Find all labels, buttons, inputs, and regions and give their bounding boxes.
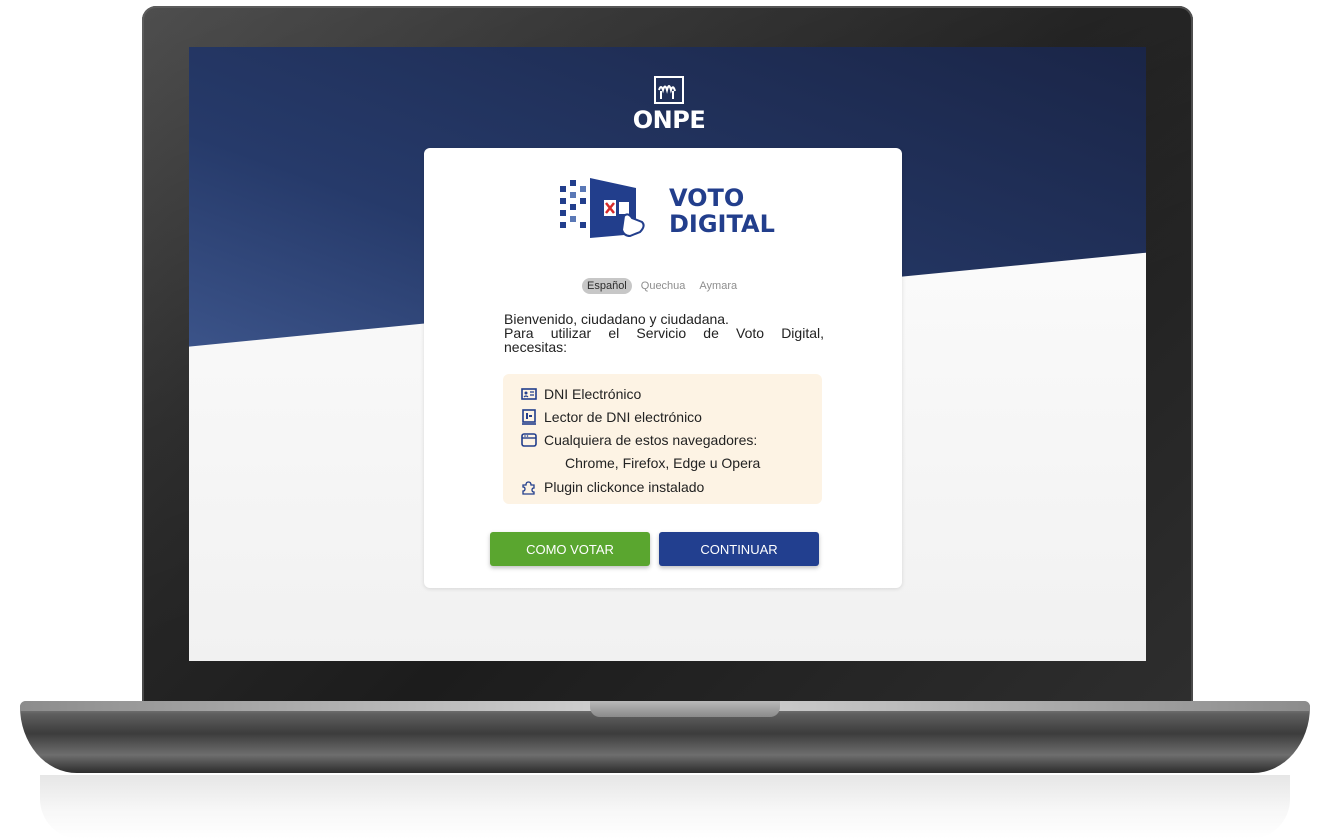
laptop-reflection [40,775,1290,839]
requirement-plugin: Plugin clickonce instalado [521,477,704,497]
laptop-base [20,701,1310,773]
requirement-reader: Lector de DNI electrónico [521,407,702,427]
requirement-label: Cualquiera de estos navegadores: [544,432,758,448]
welcome-message: Bienvenido, ciudadano y ciudadana. Para … [504,312,824,354]
puzzle-piece-icon [521,479,537,495]
brand-title: VOTO DIGITAL [669,185,775,237]
requirement-label: Lector de DNI electrónico [544,409,702,425]
how-to-vote-button[interactable]: COMO VOTAR [490,532,650,566]
brand-title-line2: DIGITAL [669,210,775,238]
language-option-aymara[interactable]: Aymara [694,278,742,294]
welcome-line-2: Para utilizar el Servicio de Voto Digita… [504,325,824,341]
requirement-label: DNI Electrónico [544,386,642,402]
welcome-card: VOTO DIGITAL Español Quechua Aymara Bien… [424,148,902,588]
voto-digital-brand: VOTO DIGITAL [558,176,778,246]
id-card-icon [521,386,537,402]
language-option-quechua[interactable]: Quechua [636,278,691,294]
onpe-wordmark: ONPE [632,106,706,134]
continue-button[interactable]: CONTINUAR [659,532,819,566]
welcome-line-3: necesitas: [504,339,568,355]
welcome-line-1: Bienvenido, ciudadano y ciudadana. [504,311,729,327]
language-switcher: Español Quechua Aymara [582,276,742,296]
ballot-hand-icon [654,76,684,104]
requirement-dni: DNI Electrónico [521,384,641,404]
requirement-browser: Cualquiera de estos navegadores: [521,430,757,450]
requirement-label: Plugin clickonce instalado [544,479,705,495]
browser-window-icon [521,432,537,448]
browser-list: Chrome, Firefox, Edge u Opera [565,455,761,471]
onpe-logo: ONPE [629,76,709,134]
card-reader-icon [521,409,537,425]
base-notch [590,701,780,717]
laptop-screen: ONPE VOTO DIGITAL Español Quechua Aymara… [189,47,1146,661]
digital-ballot-icon [560,178,645,238]
requirements-box: DNI Electrónico Lector de DNI electrónic… [503,374,822,504]
brand-title-line1: VOTO [669,184,745,212]
language-option-espanol[interactable]: Español [582,278,632,294]
